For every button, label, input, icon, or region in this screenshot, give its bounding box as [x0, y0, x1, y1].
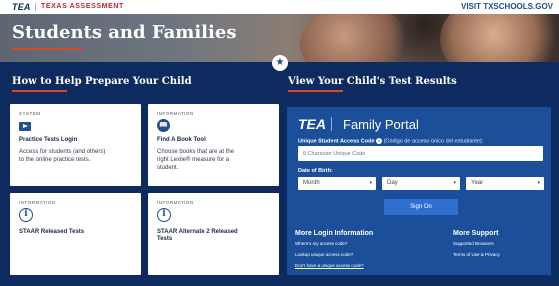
family-portal-panel: TEA Family Portal Unique Student Access …: [287, 107, 551, 275]
card-category: INFORMATION: [157, 111, 194, 116]
page-title: Students and Families: [12, 22, 237, 43]
card-category: INFORMATION: [157, 200, 194, 205]
tea-logo[interactable]: TEA: [12, 2, 31, 12]
terms-privacy-link[interactable]: Terms of Use & Privacy: [453, 252, 500, 257]
no-code-link[interactable]: Don't have a unique access code?: [295, 263, 364, 268]
more-support-heading: More Support: [453, 230, 499, 237]
portal-logo-divider: [331, 117, 332, 131]
portal-title: Family Portal: [343, 117, 419, 132]
card-title: STAAR Released Tests: [19, 229, 85, 235]
card-category: INFORMATION: [19, 200, 56, 205]
staar-released-tests-card[interactable]: INFORMATION i STAAR Released Tests: [10, 193, 141, 275]
day-select-value: Day: [387, 180, 398, 186]
info-icon: i: [19, 208, 33, 222]
card-title: Tests: [157, 236, 173, 242]
chevron-down-icon: ▾: [369, 180, 372, 186]
texas-assessment-logo[interactable]: TEXAS ASSESSMENT: [41, 3, 124, 10]
heading-underline: [12, 90, 67, 92]
year-select[interactable]: Year ▾: [466, 177, 544, 190]
wheres-my-code-link[interactable]: Where's my access code?: [295, 241, 347, 246]
supported-browsers-link[interactable]: Supported Browsers: [453, 241, 494, 246]
sign-on-button[interactable]: Sign On: [384, 199, 458, 215]
logo-divider: [35, 3, 36, 11]
card-description: Access for students (and others): [19, 149, 106, 155]
month-select-value: Month: [303, 180, 320, 186]
lookup-code-link[interactable]: Lookup unique access code?: [295, 252, 353, 257]
info-icon[interactable]: i: [376, 138, 383, 144]
hero-photo-face: [440, 14, 559, 62]
results-heading: View Your Child's Test Results: [288, 76, 457, 87]
practice-tests-card[interactable]: SYSTEM Practice Tests Login Access for s…: [10, 104, 141, 186]
chevron-down-icon: ▾: [453, 180, 456, 186]
staar-alt2-released-tests-card[interactable]: INFORMATION i STAAR Alternate 2 Released…: [148, 193, 279, 275]
access-code-label-es: (Código de acceso único del estudiante):: [383, 138, 484, 145]
access-code-label: Unique Student Access Code i (Código de …: [298, 138, 483, 144]
hero-photo-face: [300, 14, 410, 62]
month-select[interactable]: Month ▾: [298, 177, 376, 190]
info-icon: i: [157, 208, 171, 222]
book-icon: 📖: [157, 119, 170, 132]
play-icon: [19, 122, 31, 131]
card-title: Find A Book Tool: [157, 137, 206, 143]
card-description: to the online practice tests.: [19, 157, 91, 163]
star-icon: ★: [272, 55, 288, 71]
find-a-book-card[interactable]: INFORMATION 📖 Find A Book Tool Choose bo…: [148, 104, 279, 186]
card-description: right Lexile® measure for a: [157, 157, 230, 163]
day-select[interactable]: Day ▾: [382, 177, 460, 190]
more-login-heading: More Login Information: [295, 230, 374, 237]
heading-underline: [288, 90, 343, 92]
chevron-down-icon: ▾: [537, 180, 540, 186]
year-select-value: Year: [471, 180, 484, 186]
visit-txschools-link[interactable]: VISIT TXSCHOOLS.GOV: [461, 2, 553, 11]
title-underline: [12, 48, 82, 50]
access-code-input[interactable]: [298, 146, 543, 161]
top-bar: TEA TEXAS ASSESSMENT VISIT TXSCHOOLS.GOV: [0, 0, 559, 14]
card-title: Practice Tests Login: [19, 137, 78, 143]
card-description: Choose books that are at the: [157, 149, 235, 155]
dob-label: Date of Birth:: [298, 168, 333, 174]
card-category: SYSTEM: [19, 111, 41, 116]
card-title: STAAR Alternate 2 Released: [157, 229, 238, 235]
portal-tea-logo: TEA: [298, 116, 326, 132]
prepare-heading: How to Help Prepare Your Child: [12, 76, 192, 87]
access-code-label-text: Unique Student Access Code: [298, 138, 375, 145]
card-description: student.: [157, 165, 179, 171]
